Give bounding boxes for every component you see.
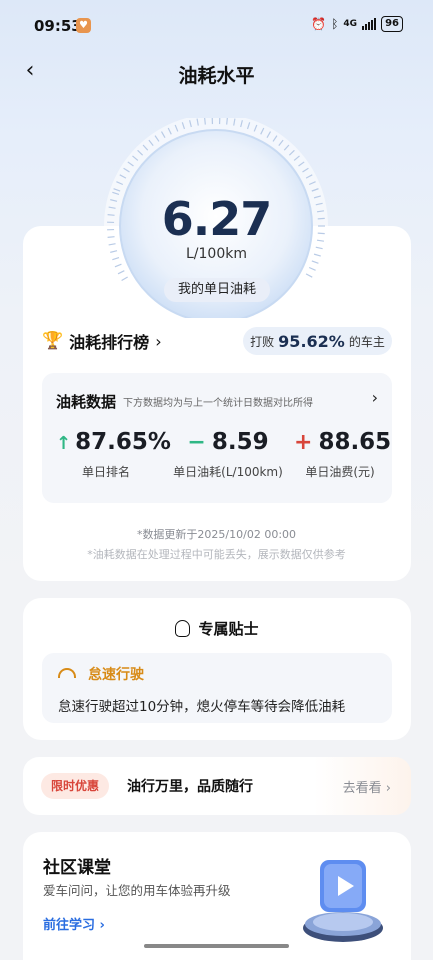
beat-prefix: 打败	[250, 334, 275, 349]
tip-item-title: 怠速行驶	[58, 664, 144, 684]
chevron-right-icon[interactable]: ›	[372, 388, 378, 407]
metric-daily-cost: +88.65 单日油费(元)	[294, 429, 391, 480]
battery-icon: 96	[381, 16, 403, 32]
chevron-right-icon: ›	[385, 781, 391, 796]
gauge-tick	[204, 118, 206, 125]
fuel-data-subtitle: 下方数据均为与上一个统计日数据对比所得	[123, 398, 313, 409]
promo-banner[interactable]: 限时优惠 油行万里，品质随行 去看看 ›	[23, 757, 411, 815]
promo-tag: 限时优惠	[41, 773, 110, 799]
go-learn-text: 前往学习	[43, 918, 96, 933]
tips-title: 专属贴士	[23, 618, 411, 639]
lightbulb-icon	[175, 620, 191, 637]
metric-value: 8.59	[211, 429, 269, 455]
metric-label: 单日油耗(L/100km)	[173, 465, 283, 479]
trophy-icon: 🏆	[42, 331, 64, 351]
daily-consumption-label: 我的单日油耗	[164, 278, 270, 302]
promo-more-text: 去看看	[342, 781, 382, 796]
minus-icon: −	[187, 430, 206, 455]
promo-text: 油行万里，品质随行	[127, 779, 253, 795]
metric-label: 单日排名	[81, 465, 130, 479]
signal-icon	[362, 18, 377, 30]
network-type: 4G	[343, 19, 358, 29]
fuel-ranking-link[interactable]: 🏆 油耗排行榜 ›	[42, 328, 162, 354]
tips-card: 专属贴士 怠速行驶 怠速行驶超过10分钟，熄火停车等待会降低油耗	[23, 598, 411, 740]
gauge-tick	[226, 118, 228, 125]
data-disclaimer-note: *油耗数据在处理过程中可能丢失，展示数据仅供参考	[87, 548, 346, 561]
nav-bar: ‹ 油耗水平	[0, 52, 433, 94]
tip-item-text: 怠速行驶超过10分钟，熄火停车等待会降低油耗	[58, 699, 346, 715]
page-title: 油耗水平	[178, 65, 255, 87]
metric-daily-rank: ↑ 87.65% 单日排名	[56, 429, 171, 480]
data-updated-note: *数据更新于2025/10/02 00:00	[136, 528, 297, 541]
chevron-right-icon: ›	[155, 331, 162, 351]
status-time: 09:53	[34, 17, 82, 35]
tips-title-text: 专属贴士	[198, 620, 259, 638]
metric-daily-consumption: −8.59 单日油耗(L/100km)	[168, 429, 288, 480]
bluetooth-icon: ᛒ	[331, 17, 339, 31]
beat-value: 95.62%	[278, 331, 345, 351]
fuel-data-title: 油耗数据	[56, 393, 117, 411]
alarm-icon: ⏰	[311, 17, 327, 31]
ranking-label: 油耗排行榜	[69, 333, 150, 352]
go-learn-link[interactable]: 前往学习 ›	[43, 914, 105, 933]
community-title: 社区课堂	[43, 858, 111, 878]
community-subtitle: 爱车问问，让您的用车体验再升级	[43, 883, 231, 898]
tip-item-title-text: 怠速行驶	[88, 667, 144, 683]
fuel-data-panel[interactable]: 油耗数据 下方数据均为与上一个统计日数据对比所得 › ↑ 87.65% 单日排名 …	[42, 373, 392, 503]
speedometer-icon	[58, 668, 76, 678]
video-play-illustration	[303, 860, 383, 942]
beat-percentage-badge: 打败 95.62% 的车主	[243, 327, 392, 355]
metric-value: 88.65	[318, 429, 392, 455]
chevron-right-icon: ›	[99, 918, 105, 933]
status-icons: ⏰ ᛒ 4G 96	[311, 16, 403, 32]
metric-value: 87.65%	[75, 429, 171, 455]
tip-item: 怠速行驶 怠速行驶超过10分钟，熄火停车等待会降低油耗	[42, 653, 392, 723]
fuel-consumption-value: 6.27	[161, 192, 273, 246]
home-indicator[interactable]	[144, 944, 289, 948]
fuel-consumption-unit: L/100km	[186, 246, 247, 262]
promo-more-link[interactable]: 去看看 ›	[343, 777, 391, 796]
status-bar: 09:53 ♥ ⏰ ᛒ 4G 96	[0, 0, 433, 46]
plus-icon: +	[294, 430, 313, 455]
beat-suffix: 的车主	[348, 334, 385, 349]
arrow-up-icon: ↑	[56, 433, 72, 454]
community-class-card: 社区课堂 爱车问问，让您的用车体验再升级 前往学习 ›	[23, 832, 411, 960]
metric-label: 单日油费(元)	[305, 465, 375, 479]
app-notification-icon: ♥	[76, 18, 91, 33]
